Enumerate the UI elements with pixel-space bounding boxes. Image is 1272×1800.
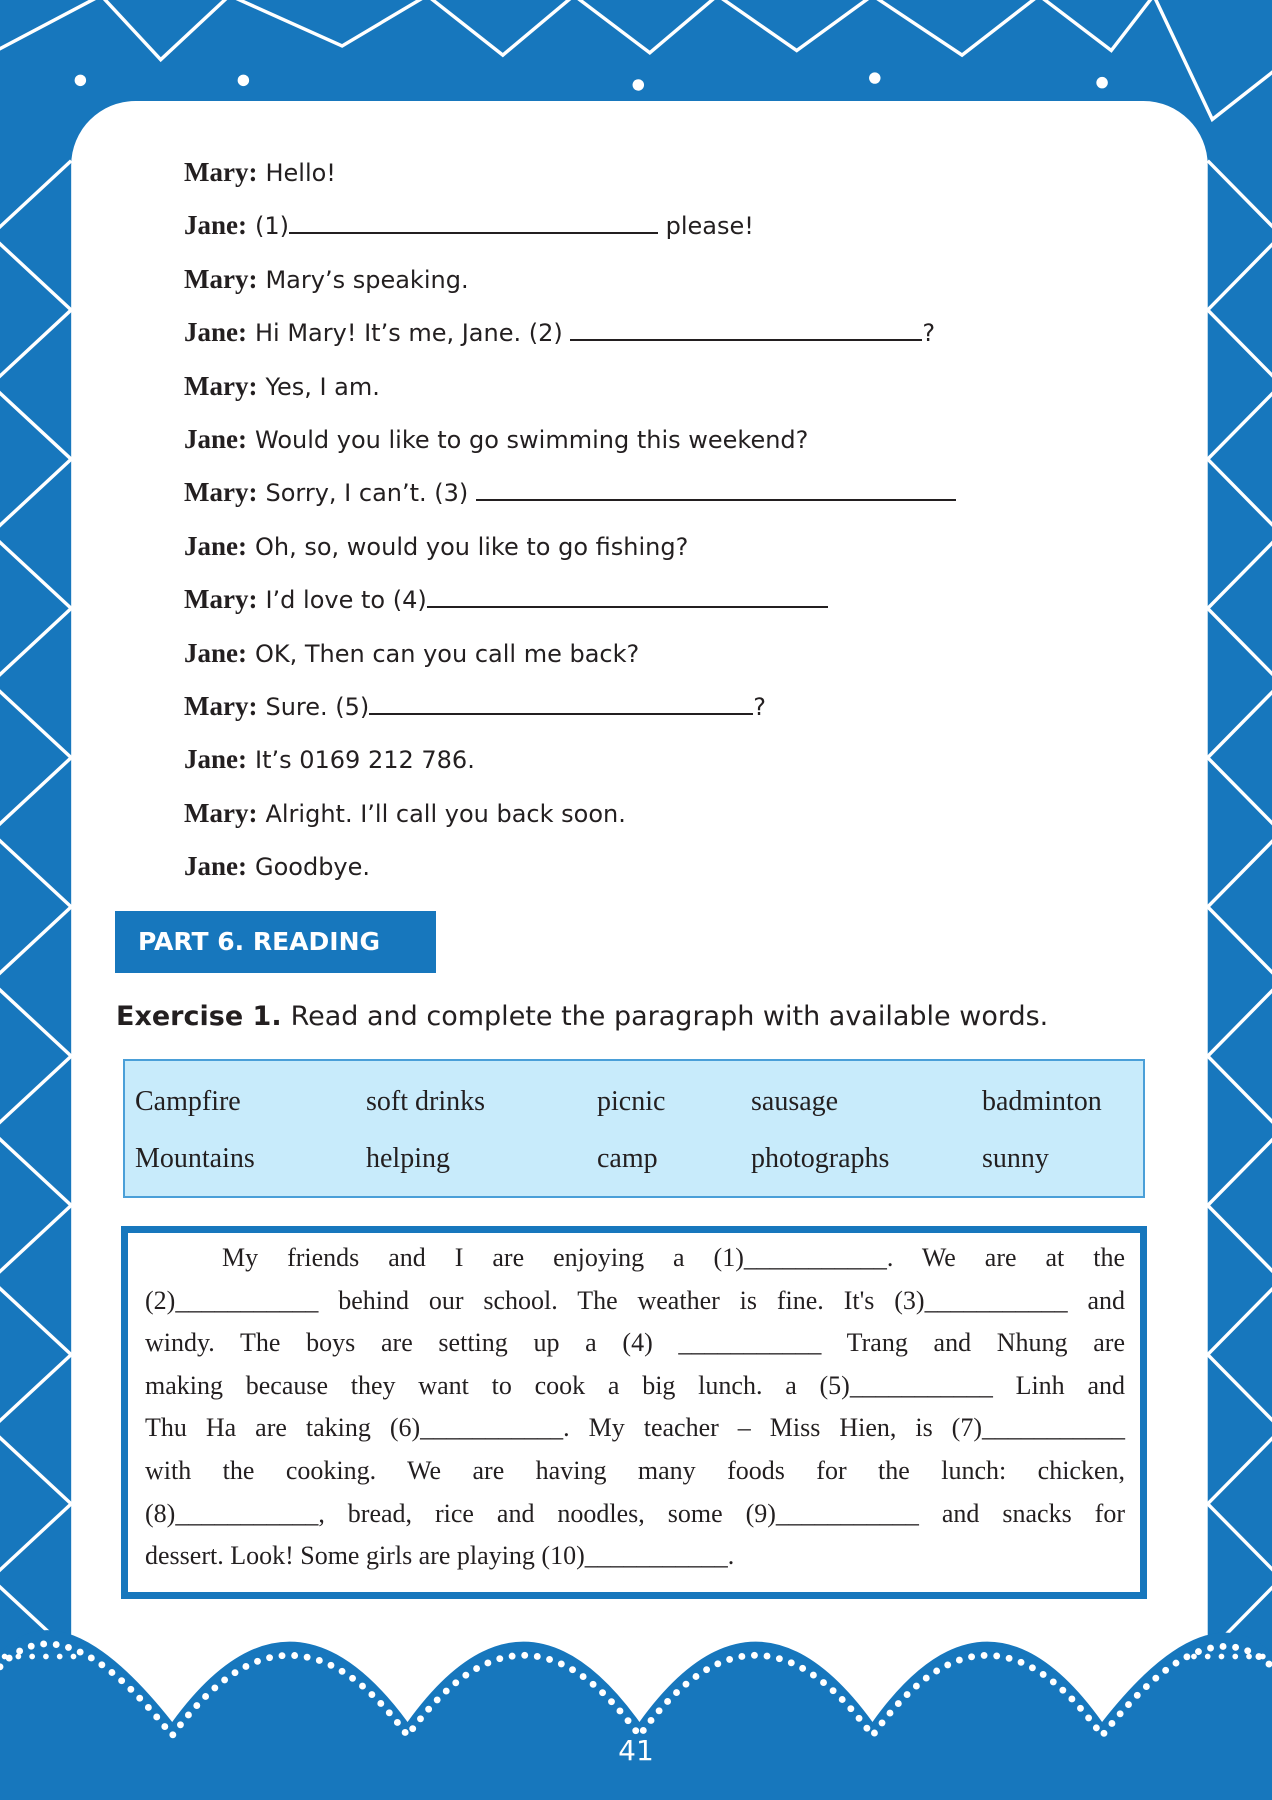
word-bank-item: sunny [982, 1143, 1049, 1174]
speaker-name: Mary: [184, 690, 258, 721]
word-bank: Campfire soft drinks picnic sausage badm… [123, 1059, 1145, 1198]
dialogue-text: Goodbye. [255, 853, 371, 882]
dialogue-text: Mary’s speaking. [265, 265, 469, 294]
speaker-name: Mary: [184, 370, 258, 401]
dialogue-text: Sure. (5) [265, 692, 370, 721]
answer-blank-2 [570, 339, 923, 342]
word-bank-item: badminton [982, 1086, 1102, 1117]
word-bank-item: camp [597, 1143, 658, 1174]
paragraph-line: dessert. Look! Some girls are playing (1… [145, 1541, 735, 1571]
dialogue-text: Hello! [265, 159, 336, 187]
speaker-name: Jane: [184, 530, 247, 561]
dialogue-text: Would you like to go swimming this weeke… [255, 425, 809, 454]
dialogue-line: Mary: Yes, I am. [184, 360, 1184, 413]
answer-blank-4 [426, 606, 828, 609]
page-number: 41 [618, 1734, 654, 1767]
word-bank-item: Campfire [135, 1086, 241, 1117]
dialogue-text: Alright. I’ll call you back soon. [265, 799, 626, 828]
paragraph-line: My friends and I are enjoying a (1)_____… [222, 1243, 1125, 1272]
speaker-name: Jane: [184, 210, 247, 241]
answer-blank-1 [289, 232, 658, 235]
speaker-name: Jane: [184, 744, 247, 775]
answer-blank-3 [475, 499, 956, 502]
paragraph-line: making because they want to cook a big l… [145, 1370, 1125, 1400]
section-header: PART 6. READING [115, 911, 436, 973]
word-bank-item: picnic [597, 1086, 666, 1117]
dialogue-line: Mary: Mary’s speaking. [184, 253, 1184, 306]
workbook-page: Mary: Hello! Jane: (1) please! Mary: Mary’s… [0, 0, 1272, 1800]
dialogue-text: Hi Mary! It’s me, Jane. (2) [255, 319, 571, 348]
word-bank-item: photographs [751, 1143, 890, 1174]
dialogue-text: I’d love to (4) [265, 586, 427, 615]
word-bank-item: sausage [751, 1086, 839, 1117]
dialogue-line: Mary: Hello! [184, 146, 1184, 199]
phone-dialogue: Mary: Hello! Jane: (1) please! Mary: Mary’s… [184, 146, 1184, 893]
dialogue-line: Mary: Alright. I’ll call you back soon. [184, 787, 1184, 840]
dialogue-line: Mary: I’d love to (4) [184, 573, 1184, 626]
dialogue-text-after: please! [658, 212, 754, 241]
dialogue-line: Jane: Oh, so, would you like to go fishin… [184, 520, 1184, 573]
speaker-name: Mary: [184, 584, 258, 615]
speaker-name: Mary: [184, 797, 258, 828]
reading-paragraph: My friends and I are enjoying a (1)_____… [121, 1226, 1147, 1599]
paragraph-line: windy. The boys are setting up a (4) ___… [145, 1328, 1125, 1358]
speaker-name: Jane: [184, 851, 247, 882]
dialogue-text-after: ? [922, 319, 936, 348]
dialogue-line: Jane: Hi Mary! It’s me, Jane. (2) ? [184, 306, 1184, 359]
dialogue-line: Jane: It’s 0169 212 786. [184, 733, 1184, 786]
dialogue-text-after: ? [753, 692, 767, 721]
dialogue-text: Yes, I am. [265, 372, 380, 401]
paragraph-line: (2)___________ behind our school. The we… [145, 1285, 1125, 1315]
dialogue-line: Jane: OK, Then can you call me back? [184, 627, 1184, 680]
dialogue-line: Jane: (1) please! [184, 199, 1184, 252]
dialogue-line: Mary: Sorry, I can’t. (3) [184, 466, 1184, 519]
exercise-number: Exercise 1. [116, 1001, 282, 1032]
dialogue-text: Oh, so, would you like to go fishing? [255, 532, 689, 561]
speaker-name: Jane: [184, 423, 247, 454]
word-bank-item: helping [366, 1143, 450, 1174]
paragraph-line: (8)___________, bread, rice and noodles,… [145, 1498, 1125, 1528]
dialogue-line: Mary: Sure. (5)? [184, 680, 1184, 733]
speaker-name: Jane: [184, 637, 247, 668]
dialogue-text: Sorry, I can’t. (3) [265, 479, 476, 508]
exercise-instruction: Exercise 1. Read and complete the paragra… [116, 997, 1048, 1037]
paragraph-line: Thu Ha are taking (6)___________. My tea… [145, 1413, 1125, 1443]
speaker-name: Mary: [184, 477, 258, 508]
speaker-name: Mary: [184, 157, 258, 187]
word-bank-item: Mountains [135, 1143, 255, 1174]
exercise-instruction-text: Read and complete the paragraph with ava… [290, 1001, 1049, 1032]
word-bank-item: soft drinks [366, 1086, 485, 1117]
speaker-name: Mary: [184, 263, 258, 294]
speaker-name: Jane: [184, 317, 247, 348]
dialogue-line: Jane: Goodbye. [184, 840, 1184, 893]
answer-blank-5 [369, 712, 754, 715]
dialogue-text: It’s 0169 212 786. [255, 746, 475, 775]
dialogue-text: OK, Then can you call me back? [255, 639, 640, 668]
section-title: PART 6. READING [138, 927, 381, 956]
paragraph-line: with the cooking. We are having many foo… [145, 1455, 1125, 1485]
dialogue-line: Jane: Would you like to go swimming this … [184, 413, 1184, 466]
dialogue-text: (1) [255, 212, 289, 241]
